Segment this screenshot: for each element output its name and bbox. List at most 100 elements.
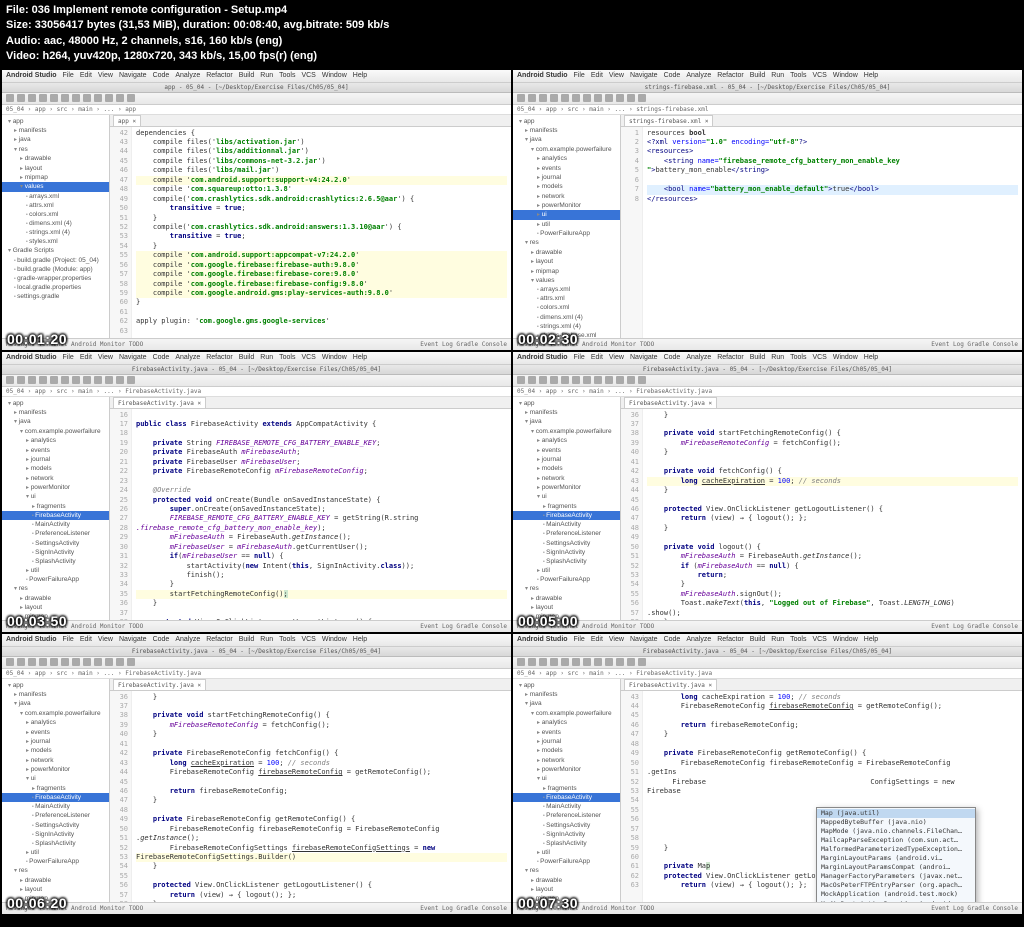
tree-item[interactable]: app (2, 399, 109, 408)
completion-item[interactable]: MediaRouteActionProvider (android.a… (817, 900, 975, 902)
menu-code[interactable]: Code (153, 72, 170, 79)
menu-code[interactable]: Code (664, 636, 681, 643)
toolbar-icon[interactable] (83, 94, 91, 102)
toolbar-icon[interactable] (583, 658, 591, 666)
tree-item[interactable]: manifests (513, 408, 620, 417)
tree-item[interactable]: manifests (2, 690, 109, 699)
tree-item[interactable]: PreferenceListener (513, 529, 620, 538)
menu-tools[interactable]: Tools (790, 72, 806, 79)
menu-android-studio[interactable]: Android Studio (6, 354, 57, 361)
tree-item[interactable]: SplashActivity (513, 557, 620, 566)
toolbar-icon[interactable] (528, 376, 536, 384)
editor-tabs[interactable]: FirebaseActivity.java × (110, 397, 511, 409)
toolbar-icon[interactable] (83, 658, 91, 666)
active-tab[interactable]: FirebaseActivity.java × (113, 679, 206, 690)
menu-file[interactable]: File (63, 636, 74, 643)
toolbar-icon[interactable] (627, 658, 635, 666)
tree-item[interactable]: mipmap (2, 173, 109, 182)
tree-item[interactable]: util (513, 848, 620, 857)
tree-item[interactable]: layout (513, 257, 620, 266)
menu-analyze[interactable]: Analyze (175, 72, 200, 79)
menu-view[interactable]: View (609, 354, 624, 361)
menu-run[interactable]: Run (260, 636, 273, 643)
menu-navigate[interactable]: Navigate (119, 354, 147, 361)
tree-item[interactable]: layout (513, 885, 620, 894)
toolbar-icon[interactable] (583, 94, 591, 102)
completion-item[interactable]: MailcapParseException (com.sun.act… (817, 836, 975, 845)
toolbar-icon[interactable] (594, 376, 602, 384)
toolbar-icon[interactable] (528, 94, 536, 102)
toolbar-icon[interactable] (83, 376, 91, 384)
tree-item[interactable]: drawable (513, 594, 620, 603)
tree-item[interactable]: SettingsActivity (2, 539, 109, 548)
tree-item[interactable]: manifests (513, 690, 620, 699)
menu-refactor[interactable]: Refactor (206, 636, 232, 643)
toolbar-icon[interactable] (50, 376, 58, 384)
menu-navigate[interactable]: Navigate (119, 72, 147, 79)
tree-item[interactable]: attrs.xml (513, 294, 620, 303)
menu-window[interactable]: Window (833, 354, 858, 361)
tree-item[interactable]: app (513, 399, 620, 408)
menu-refactor[interactable]: Refactor (206, 354, 232, 361)
tree-item[interactable]: res (513, 866, 620, 875)
tree-item[interactable]: network (513, 474, 620, 483)
tree-item[interactable]: drawable (2, 594, 109, 603)
toolbar-icon[interactable] (550, 94, 558, 102)
toolbar-icon[interactable] (94, 658, 102, 666)
tree-item[interactable]: PowerFailureApp (513, 229, 620, 238)
menu-vcs[interactable]: VCS (812, 354, 826, 361)
menu-edit[interactable]: Edit (80, 354, 92, 361)
tree-item[interactable]: PreferenceListener (513, 811, 620, 820)
tree-item[interactable]: attrs.xml (2, 201, 109, 210)
tree-item[interactable]: app (2, 117, 109, 126)
toolbar-icon[interactable] (61, 376, 69, 384)
tree-item[interactable]: analytics (2, 718, 109, 727)
menu-edit[interactable]: Edit (591, 354, 603, 361)
toolbar-icon[interactable] (616, 94, 624, 102)
tree-item[interactable]: SignInActivity (2, 830, 109, 839)
tree-item[interactable]: util (2, 566, 109, 575)
code-editor[interactable]: 4243444546474849505152535455565758596061… (110, 127, 511, 338)
editor-tabs[interactable]: FirebaseActivity.java × (110, 679, 511, 691)
tree-item[interactable]: layout (2, 603, 109, 612)
breadcrumb[interactable]: 05_04 › app › src › main › ... › Firebas… (2, 669, 511, 679)
menu-navigate[interactable]: Navigate (630, 354, 658, 361)
toolbar-icon[interactable] (127, 658, 135, 666)
tree-item[interactable]: com.example.powerfailure (513, 709, 620, 718)
tree-item[interactable]: ui (2, 774, 109, 783)
tree-item[interactable]: SignInActivity (2, 548, 109, 557)
toolbar-icon[interactable] (517, 658, 525, 666)
breadcrumb[interactable]: 05_04 › app › src › main › ... › Firebas… (513, 387, 1022, 397)
active-tab[interactable]: FirebaseActivity.java × (624, 397, 717, 408)
menu-tools[interactable]: Tools (790, 354, 806, 361)
tree-item[interactable]: arrays.xml (513, 285, 620, 294)
toolbar-icon[interactable] (638, 376, 646, 384)
code-editor[interactable]: 3637383940414243444546474849505152535455… (110, 691, 511, 902)
tree-item[interactable]: dimens.xml (4) (2, 219, 109, 228)
breadcrumb[interactable]: 05_04 › app › src › main › ... › Firebas… (2, 387, 511, 397)
tree-item[interactable]: SplashActivity (2, 839, 109, 848)
tree-item[interactable]: res (2, 866, 109, 875)
completion-item[interactable]: MapMode (java.nio.channels.FileChan… (817, 827, 975, 836)
tree-item[interactable]: manifests (2, 126, 109, 135)
tree-item[interactable]: app (2, 681, 109, 690)
code-editor[interactable]: 1617181920212223242526272829303132333435… (110, 409, 511, 620)
menu-navigate[interactable]: Navigate (630, 636, 658, 643)
tree-item[interactable]: SignInActivity (513, 548, 620, 557)
project-tree[interactable]: appmanifestsjavacom.example.powerfailure… (513, 397, 621, 620)
menu-vcs[interactable]: VCS (301, 636, 315, 643)
tree-item[interactable]: Gradle Scripts (2, 246, 109, 255)
menu-file[interactable]: File (574, 636, 585, 643)
tree-item[interactable]: analytics (2, 436, 109, 445)
active-tab[interactable]: FirebaseActivity.java × (113, 397, 206, 408)
tree-item[interactable]: com.example.powerfailure (2, 709, 109, 718)
tree-item[interactable]: journal (513, 737, 620, 746)
tree-item[interactable]: FirebaseActivity (513, 511, 620, 520)
tree-item[interactable]: SettingsActivity (513, 821, 620, 830)
toolbar-icon[interactable] (116, 376, 124, 384)
tree-item[interactable]: manifests (513, 126, 620, 135)
toolbar-icon[interactable] (39, 376, 47, 384)
menu-analyze[interactable]: Analyze (686, 354, 711, 361)
code-completion-popup[interactable]: Map (java.util)MappedByteBuffer (java.ni… (816, 807, 976, 902)
toolbar-icon[interactable] (39, 94, 47, 102)
